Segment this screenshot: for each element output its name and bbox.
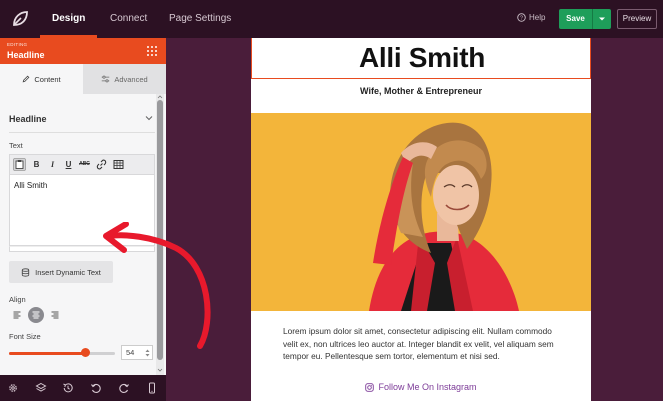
svg-text:?: ? (520, 16, 523, 22)
insert-dynamic-text-label: Insert Dynamic Text (35, 267, 101, 277)
align-center-button[interactable] (28, 307, 44, 323)
panel-tabs: Content Advanced (0, 64, 166, 94)
page-preview: Alli Smith Wife, Mother & Entrepreneur L… (251, 38, 591, 401)
panel-scrollbar-thumb[interactable] (157, 100, 163, 360)
bold-icon[interactable]: B (31, 159, 42, 170)
help-icon: ? (517, 13, 526, 22)
paste-icon[interactable] (13, 158, 26, 171)
font-size-value: 54 (126, 348, 135, 357)
chevron-down-icon[interactable] (144, 113, 154, 123)
panel-header: EDITING Headline (0, 38, 166, 64)
align-left-icon (13, 311, 21, 319)
tab-advanced[interactable]: Advanced (83, 64, 166, 94)
bottom-toolbar (0, 375, 166, 401)
align-label: Align (9, 295, 26, 304)
align-right-icon (51, 311, 59, 319)
align-center-icon (32, 311, 40, 319)
hero-image[interactable] (251, 113, 591, 311)
save-options-caret-icon[interactable] (593, 9, 611, 29)
link-icon[interactable] (96, 159, 107, 170)
scroll-up-icon[interactable] (156, 94, 164, 100)
tab-connect[interactable]: Connect (110, 0, 147, 38)
grid-icon[interactable] (146, 45, 158, 57)
font-size-slider-fill (9, 352, 86, 355)
editing-label: EDITING (7, 42, 28, 47)
page-headline[interactable]: Alli Smith (252, 42, 591, 74)
strikethrough-icon[interactable]: ABC (79, 159, 90, 170)
woman-portrait-illustration (251, 113, 591, 311)
insert-dynamic-text-button[interactable]: Insert Dynamic Text (9, 261, 113, 283)
undo-icon[interactable] (90, 382, 102, 394)
save-label: Save (566, 14, 585, 23)
headline-block-selected[interactable]: Alli Smith (251, 38, 591, 79)
tab-content-label: Content (34, 74, 61, 84)
save-button[interactable]: Save (559, 9, 611, 29)
sliders-icon (102, 75, 110, 83)
align-right-button[interactable] (47, 307, 63, 323)
section-title[interactable]: Headline (9, 114, 47, 124)
database-icon (21, 267, 30, 277)
page-body-text[interactable]: Lorem ipsum dolor sit amet, consectetur … (283, 325, 561, 363)
tab-page-settings[interactable]: Page Settings (169, 0, 231, 38)
panel-title: Headline (7, 50, 45, 60)
underline-icon[interactable]: U (63, 159, 74, 170)
instagram-link[interactable]: Follow Me On Instagram (251, 382, 591, 392)
top-bar: Design Connect Page Settings ? Help Save… (0, 0, 663, 38)
tab-design[interactable]: Design (39, 0, 98, 38)
help-label: Help (529, 13, 546, 22)
font-size-label: Font Size (9, 332, 41, 341)
text-editor-toolbar: B I U ABC (9, 154, 155, 174)
panel-scrollbar[interactable] (156, 94, 164, 375)
pencil-icon (23, 75, 30, 83)
edit-panel: EDITING Headline Content Advanced Headli… (0, 38, 166, 375)
editor-status-bar (9, 246, 155, 252)
mobile-preview-icon[interactable] (146, 382, 158, 394)
page-subheadline[interactable]: Wife, Mother & Entrepreneur (251, 86, 591, 96)
settings-icon[interactable] (7, 382, 19, 394)
table-icon[interactable] (113, 159, 124, 170)
font-size-input[interactable]: 54 (121, 345, 153, 360)
text-label: Text (9, 141, 23, 150)
headline-text-editor[interactable]: Alli Smith (9, 174, 155, 246)
tab-advanced-label: Advanced (114, 74, 148, 84)
preview-button[interactable]: Preview (617, 9, 657, 29)
instagram-icon (365, 382, 375, 392)
help-link[interactable]: ? Help (517, 13, 545, 22)
align-left-button[interactable] (9, 307, 25, 323)
italic-icon[interactable]: I (47, 159, 58, 170)
redo-icon[interactable] (118, 382, 130, 394)
tab-content[interactable]: Content (0, 64, 83, 94)
font-size-slider-handle[interactable] (80, 348, 90, 357)
font-size-slider[interactable] (9, 352, 115, 355)
section-divider (9, 132, 155, 133)
seedprod-logo-icon[interactable] (8, 7, 32, 31)
history-icon[interactable] (62, 382, 74, 394)
layers-icon[interactable] (35, 382, 47, 394)
instagram-link-label: Follow Me On Instagram (378, 382, 477, 392)
stepper-arrows-icon[interactable] (145, 348, 150, 358)
scroll-down-icon[interactable] (156, 367, 164, 373)
